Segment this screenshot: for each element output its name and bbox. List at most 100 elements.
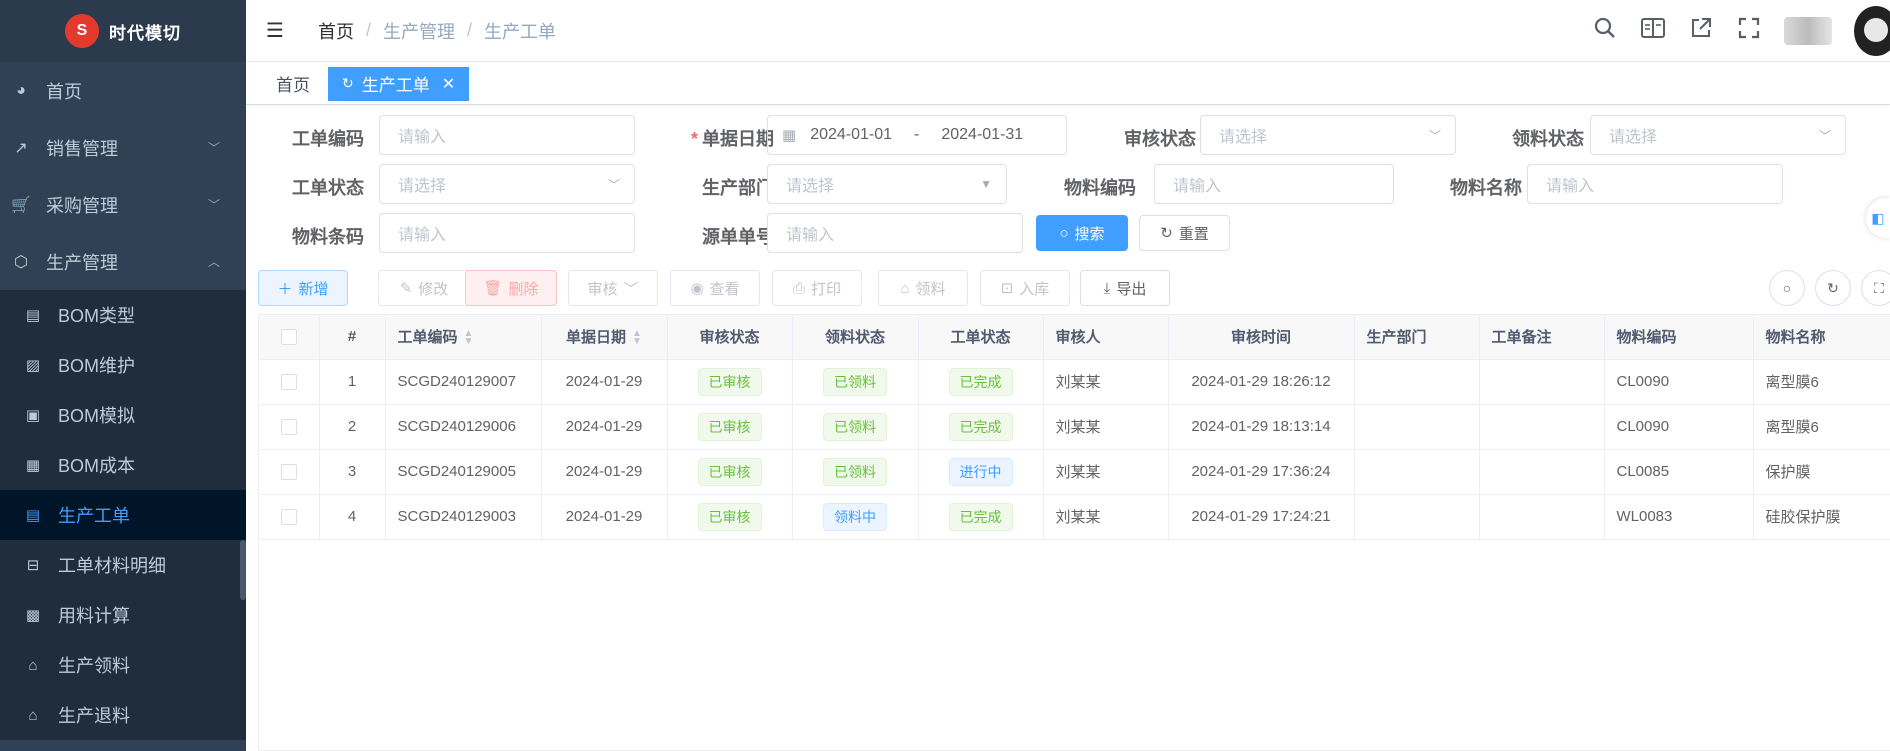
select-placeholder: 请选择 — [786, 178, 835, 195]
select-placeholder: 请选择 — [398, 178, 447, 195]
close-icon[interactable]: ✕ — [442, 74, 455, 94]
order-table: # 工单编码 ▲ ▼ 单据日期 ▲ ▼ 审核状态 领料状态 工单状态 审核人 审核时间 … — [258, 314, 1890, 751]
pick-status-select[interactable]: 请选择 ﹀ — [1590, 115, 1846, 155]
columns-button[interactable]: ⛶ — [1861, 270, 1890, 306]
breadcrumb-separator: / — [366, 20, 372, 40]
label-order-code: 工单编码 — [292, 129, 364, 149]
hamburger-icon[interactable]: ☰ — [266, 18, 296, 43]
box-icon: ⬡ — [14, 253, 28, 271]
logo[interactable]: S 时代模切 — [0, 0, 246, 62]
table-row[interactable]: 1 SCGD240129007 2024-01-29 已审核 已领料 已完成 刘… — [259, 359, 1890, 405]
material-barcode-input[interactable]: 请输入 — [379, 213, 635, 253]
date-start[interactable]: 2024-01-01 — [810, 126, 892, 144]
order-code-input[interactable]: 请输入 — [379, 115, 635, 155]
stock-in-button[interactable]: ⊡ 入库 — [980, 270, 1070, 306]
cell-audit-status: 已审核 — [667, 404, 793, 450]
date-end[interactable]: 2024-01-31 — [941, 126, 1023, 144]
print-button-label: 打印 — [811, 280, 842, 298]
audit-status-select[interactable]: 请选择 ﹀ — [1200, 115, 1456, 155]
table-row[interactable]: 2 SCGD240129006 2024-01-29 已审核 已领料 已完成 刘… — [259, 404, 1890, 450]
sidebar-item-order-materials[interactable]: ⊟ 工单材料明细 — [0, 540, 246, 590]
sidebar-item-label: 采购管理 — [46, 195, 118, 216]
cell-auditor: 刘某某 — [1043, 404, 1169, 450]
prod-dept-select[interactable]: 请选择 ▼ — [767, 164, 1007, 204]
add-button-label: 新增 — [298, 280, 329, 298]
sidebar-item-material-return[interactable]: ⌂ 生产退料 — [0, 690, 246, 740]
source-no-input[interactable]: 请输入 — [767, 213, 1023, 253]
sidebar-item-production-order[interactable]: ▤ 生产工单 — [0, 490, 246, 540]
breadcrumb-item[interactable]: 首页 — [318, 18, 354, 44]
audit-button[interactable]: 审核 ﹀ — [568, 270, 658, 306]
stock-in-button-label: 入库 — [1019, 280, 1050, 298]
print-button[interactable]: ⎙ 打印 — [772, 270, 862, 306]
date-range-picker[interactable]: ▦ 2024-01-01 - 2024-01-31 — [767, 115, 1067, 155]
sidebar-item-bom-maintain[interactable]: ▨ BOM维护 — [0, 340, 246, 390]
tab-home[interactable]: 首页 — [266, 67, 320, 101]
toggle-search-button[interactable]: ○ — [1769, 270, 1805, 306]
cell-remark — [1479, 359, 1605, 405]
label-pick-status: 领料状态 — [1512, 129, 1584, 149]
calculator-icon: ▦ — [25, 457, 41, 474]
calendar-icon: ▦ — [782, 127, 797, 144]
material-name-input[interactable]: 请输入 — [1527, 164, 1783, 204]
col-header-label: 单据日期 — [566, 329, 627, 347]
delete-button[interactable]: 🗑 删除 — [465, 270, 557, 306]
floating-widget-icon[interactable]: ◧ — [1866, 198, 1890, 238]
col-header-label: 工单编码 — [397, 329, 458, 347]
cell-index: 4 — [319, 494, 386, 540]
select-all-checkbox[interactable] — [280, 329, 297, 346]
home-icon: ⌂ — [28, 656, 38, 674]
sidebar-item-bom-simulate[interactable]: ▣ BOM模拟 — [0, 390, 246, 440]
sidebar-item-production[interactable]: ⬡ 生产管理 ︿ — [0, 233, 246, 290]
row-checkbox[interactable] — [280, 509, 297, 526]
label-material-name: 物料名称 — [1450, 178, 1522, 198]
external-link-icon[interactable] — [1688, 17, 1714, 45]
refresh-table-button[interactable]: ↻ — [1815, 270, 1851, 306]
order-status-select[interactable]: 请选择 ﹀ — [379, 164, 635, 204]
sidebar-item-bom-type[interactable]: ▤ BOM类型 — [0, 290, 246, 340]
row-checkbox[interactable] — [280, 419, 297, 436]
docs-icon[interactable] — [1640, 17, 1666, 45]
production-submenu: ▤ BOM类型 ▨ BOM维护 ▣ BOM模拟 ▦ BOM成本 ▤ 生产工单 ⊟ 工单材料明… — [0, 290, 246, 740]
table-row[interactable]: 4 SCGD240129003 2024-01-29 已审核 领料中 已完成 刘… — [259, 494, 1890, 540]
row-checkbox[interactable] — [280, 464, 297, 481]
cell-date: 2024-01-29 — [541, 494, 668, 540]
avatar[interactable] — [1854, 6, 1890, 56]
search-icon[interactable] — [1592, 17, 1618, 45]
sort-icon[interactable]: ▲ ▼ — [464, 329, 474, 347]
refresh-icon[interactable]: ↻ — [342, 75, 354, 92]
reset-button[interactable]: ↻ 重置 — [1139, 215, 1230, 251]
edit-icon: ✎ — [399, 280, 413, 297]
export-button[interactable]: ⤓ 导出 — [1080, 270, 1170, 306]
table-toolbar: ＋新增 ✎ 修改 🗑 删除 审核 ﹀ ◉ 查看 ⎙ 打印 ⌂ 领料 ⊡ 入库 ⤓ 导出 ○ ↻ … — [258, 270, 1890, 306]
sidebar-item-bom-cost[interactable]: ▦ BOM成本 — [0, 440, 246, 490]
sidebar-item-material-pick[interactable]: ⌂ 生产领料 — [0, 640, 246, 690]
status-badge: 已完成 — [948, 502, 1013, 531]
fullscreen-icon[interactable] — [1736, 17, 1762, 45]
add-button[interactable]: ＋ 新增 — [258, 270, 348, 306]
chevron-down-icon: ﹀ — [623, 280, 639, 298]
breadcrumb-item: 生产管理 — [383, 21, 456, 42]
col-header-sortable[interactable]: 单据日期 ▲ ▼ — [541, 315, 668, 360]
row-checkbox[interactable] — [280, 374, 297, 391]
sidebar-item-material-calc[interactable]: ▩ 用料计算 — [0, 590, 246, 640]
sidebar-item-sales[interactable]: ↗ 销售管理 ﹀ — [0, 119, 246, 176]
material-code-input[interactable]: 请输入 — [1154, 164, 1394, 204]
sidebar-item-label: 销售管理 — [46, 138, 118, 159]
col-header-sortable[interactable]: 工单编码 ▲ ▼ — [385, 315, 542, 360]
sort-icon[interactable]: ▲ ▼ — [632, 329, 642, 347]
sidebar-scrollbar[interactable] — [240, 540, 246, 600]
view-button[interactable]: ◉ 查看 — [670, 270, 760, 306]
col-header: 工单状态 — [918, 315, 1044, 360]
cell-pick-status: 已领料 — [792, 449, 919, 495]
sidebar-item-home[interactable]: ◕ 首页 — [0, 62, 246, 119]
pick-button[interactable]: ⌂ 领料 — [878, 270, 968, 306]
sidebar-item-purchase[interactable]: 🛒 采购管理 ﹀ — [0, 176, 246, 233]
cell-order-status: 进行中 — [918, 449, 1044, 495]
tab-production-order[interactable]: ↻ 生产工单 ✕ — [328, 66, 470, 101]
edit-button[interactable]: ✎ 修改 — [378, 270, 470, 306]
select-all-cell — [259, 315, 320, 360]
username-blurred — [1784, 17, 1832, 45]
search-button[interactable]: ○ 搜索 — [1036, 215, 1128, 251]
table-row[interactable]: 3 SCGD240129005 2024-01-29 已审核 已领料 进行中 刘… — [259, 449, 1890, 495]
